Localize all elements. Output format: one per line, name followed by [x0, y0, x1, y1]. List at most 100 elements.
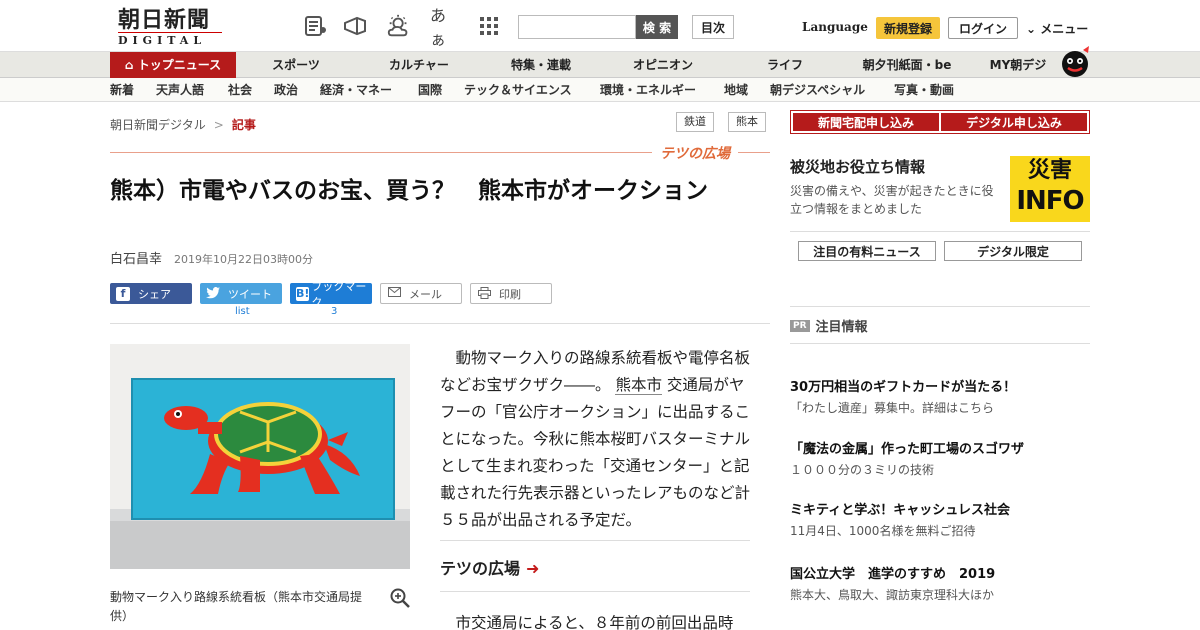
- twitter-share-button[interactable]: ツイート: [200, 283, 282, 304]
- disaster-info-description[interactable]: 災害の備えや、災害が起きたときに役立つ情報をまとめました: [790, 182, 1005, 218]
- twitter-count[interactable]: list: [235, 306, 250, 317]
- newspaper-icon[interactable]: [302, 14, 328, 38]
- language-link[interactable]: Language: [802, 20, 868, 34]
- facebook-icon: f: [116, 286, 130, 301]
- mail-share-button[interactable]: メール: [380, 283, 462, 304]
- breadcrumb-current[interactable]: 記事: [232, 118, 256, 132]
- pr-item-title: 「魔法の金属」作った町工場のスゴワザ: [790, 442, 1025, 457]
- pr-item-title: 国公立大学 進学のすすめ 2019: [790, 567, 996, 582]
- paid-news-tab[interactable]: 注目の有料ニュース: [798, 241, 936, 261]
- subnav-society[interactable]: 社会: [228, 78, 252, 102]
- disaster-info-title[interactable]: 被災地お役立ち情報: [790, 156, 925, 177]
- pr-badge: PR: [790, 319, 810, 332]
- breadcrumb: 朝日新聞デジタル > 記事: [110, 116, 256, 133]
- weather-icon[interactable]: [386, 14, 412, 38]
- pr-item-title: 30万円相当のギフトカードが当たる！: [790, 380, 1017, 395]
- pr-item-description: 11月4日、1000名様を無料ご招待: [790, 524, 976, 538]
- breadcrumb-separator: >: [213, 118, 224, 132]
- pr-item-title: ミキティと学ぶ！キャッシュレス社会: [790, 503, 1010, 518]
- subnav-tech-science[interactable]: テック＆サイエンス: [464, 78, 572, 102]
- megaphone-icon[interactable]: [342, 14, 368, 38]
- breadcrumb-home[interactable]: 朝日新聞デジタル: [110, 118, 206, 132]
- subnav-politics[interactable]: 政治: [274, 78, 298, 102]
- toc-button[interactable]: 目次: [692, 15, 734, 39]
- subnav-photo-video[interactable]: 写真・動画: [894, 78, 954, 102]
- subscribe-digital-button[interactable]: デジタル申し込み: [941, 113, 1087, 131]
- subnav-latest[interactable]: 新着: [110, 78, 134, 102]
- mascot-icon[interactable]: [1058, 44, 1092, 78]
- twitter-icon: [206, 286, 220, 301]
- nav-life[interactable]: ライフ: [750, 52, 820, 78]
- mail-share-label: メール: [409, 287, 442, 301]
- nav-top-news[interactable]: ⌂ トップニュース: [110, 52, 236, 78]
- twitter-share-label: ツイート: [228, 287, 272, 301]
- nav-features[interactable]: 特集・連載: [496, 52, 586, 78]
- login-button[interactable]: ログイン: [948, 17, 1018, 39]
- keyword-link-kumamoto[interactable]: 熊本市: [615, 376, 662, 395]
- subnav-region[interactable]: 地域: [724, 78, 748, 102]
- register-button[interactable]: 新規登録: [876, 17, 940, 39]
- chevron-down-icon: ⌄: [1026, 22, 1037, 36]
- disaster-badge-top: 災害: [1027, 158, 1072, 183]
- hatena-count[interactable]: 3: [331, 306, 337, 317]
- article-photo[interactable]: [110, 344, 410, 569]
- logo-title: 朝日新聞: [118, 7, 211, 33]
- menu-label: メニュー: [1040, 22, 1089, 36]
- photo-caption: 動物マーク入り路線系統看板（熊本市交通局提供）: [110, 590, 363, 623]
- subscribe-box: 新聞宅配申し込み デジタル申し込み: [790, 110, 1090, 134]
- pr-item[interactable]: 「魔法の金属」作った町工場のスゴワザ １０００分の３ミリの技術: [790, 440, 1090, 480]
- tag-railway[interactable]: 鉄道: [676, 112, 714, 132]
- subnav-special[interactable]: 朝デジスペシャル: [770, 78, 865, 102]
- digital-only-tab[interactable]: デジタル限定: [944, 241, 1082, 261]
- article-byline: 白石昌幸 2019年10月22日03時00分: [110, 248, 313, 267]
- sidebar-divider: [790, 343, 1090, 344]
- print-button[interactable]: 印刷: [470, 283, 552, 304]
- search-button[interactable]: 検 索: [636, 15, 678, 39]
- font-size-icon[interactable]: あぁ: [430, 6, 456, 49]
- related-series-link[interactable]: テツの広場 ➜: [440, 555, 539, 579]
- pr-item[interactable]: 国公立大学 進学のすすめ 2019 熊本大、鳥取大、諏訪東京理科大ほか: [790, 565, 1090, 605]
- print-label: 印刷: [499, 287, 521, 301]
- pr-item-description: １０００分の３ミリの技術: [790, 463, 935, 477]
- search-input[interactable]: [518, 15, 636, 39]
- subnav-tensei-jingo[interactable]: 天声人語: [156, 78, 204, 102]
- subnav-international[interactable]: 国際: [418, 78, 442, 102]
- menu-button[interactable]: ⌄ メニュー: [1026, 20, 1088, 37]
- nav-opinion[interactable]: オピニオン: [618, 52, 708, 78]
- nav-top-news-label: トップニュース: [137, 58, 222, 72]
- disaster-info-badge[interactable]: 災害 INFO: [1010, 156, 1090, 222]
- nav-culture[interactable]: カルチャー: [374, 52, 464, 78]
- pr-item-description: 「わたし遺産」募集中。詳細はこちら: [790, 401, 995, 415]
- hatena-bookmark-button[interactable]: B! ブックマーク: [290, 280, 372, 309]
- article-headline: 熊本）市電やバスのお宝、買う？ 熊本市がオークション: [110, 178, 708, 204]
- subscribe-paper-button[interactable]: 新聞宅配申し込み: [793, 113, 939, 131]
- zoom-icon[interactable]: [390, 588, 410, 608]
- grid-menu-icon[interactable]: [476, 14, 502, 38]
- subnav-economy[interactable]: 経済・マネー: [320, 78, 392, 102]
- nav-my-asahi[interactable]: MY朝デジ: [980, 52, 1056, 78]
- article-body: 動物マーク入りの路線系統看板や電停名板などお宝ザクザク――。 熊本市 交通局がヤ…: [440, 345, 750, 534]
- main-nav: ⌂ トップニュース スポーツ カルチャー 特集・連載 オピニオン ライフ 朝夕刊…: [0, 52, 1200, 78]
- logo-subtitle: DIGITAL: [118, 32, 222, 47]
- sidebar-divider: [790, 306, 1090, 307]
- hatena-bookmark-label: ブックマーク: [311, 279, 367, 309]
- publish-date: 2019年10月22日03時00分: [174, 253, 313, 266]
- print-icon: [477, 286, 491, 301]
- site-header: 朝日新聞 DIGITAL あぁ 検 索 目次 Language 新規登録 ログイ…: [0, 0, 1200, 52]
- related-series-label: テツの広場: [440, 559, 521, 578]
- pr-section-heading: PR 注目情報: [790, 316, 868, 335]
- hatena-icon: B!: [296, 286, 310, 301]
- section-label[interactable]: テツの広場: [652, 143, 738, 163]
- facebook-share-button[interactable]: f シェア: [110, 283, 192, 304]
- sidebar-divider: [790, 231, 1090, 232]
- body-text-part2: 交通局がヤフーの「官公庁オークション」に出品することになった。今秋に熊本桜町バス…: [440, 376, 751, 529]
- related-top-divider: [440, 540, 750, 541]
- site-logo[interactable]: 朝日新聞 DIGITAL: [118, 7, 228, 47]
- pr-item[interactable]: 30万円相当のギフトカードが当たる！ 「わたし遺産」募集中。詳細はこちら: [790, 378, 1090, 418]
- nav-sports[interactable]: スポーツ: [258, 52, 334, 78]
- nav-paper[interactable]: 朝夕刊紙面・be: [852, 52, 962, 78]
- related-bottom-divider: [440, 591, 750, 592]
- pr-item[interactable]: ミキティと学ぶ！キャッシュレス社会 11月4日、1000名様を無料ご招待: [790, 501, 1090, 541]
- tag-kumamoto[interactable]: 熊本: [728, 112, 766, 132]
- subnav-environment[interactable]: 環境・エネルギー: [600, 78, 696, 102]
